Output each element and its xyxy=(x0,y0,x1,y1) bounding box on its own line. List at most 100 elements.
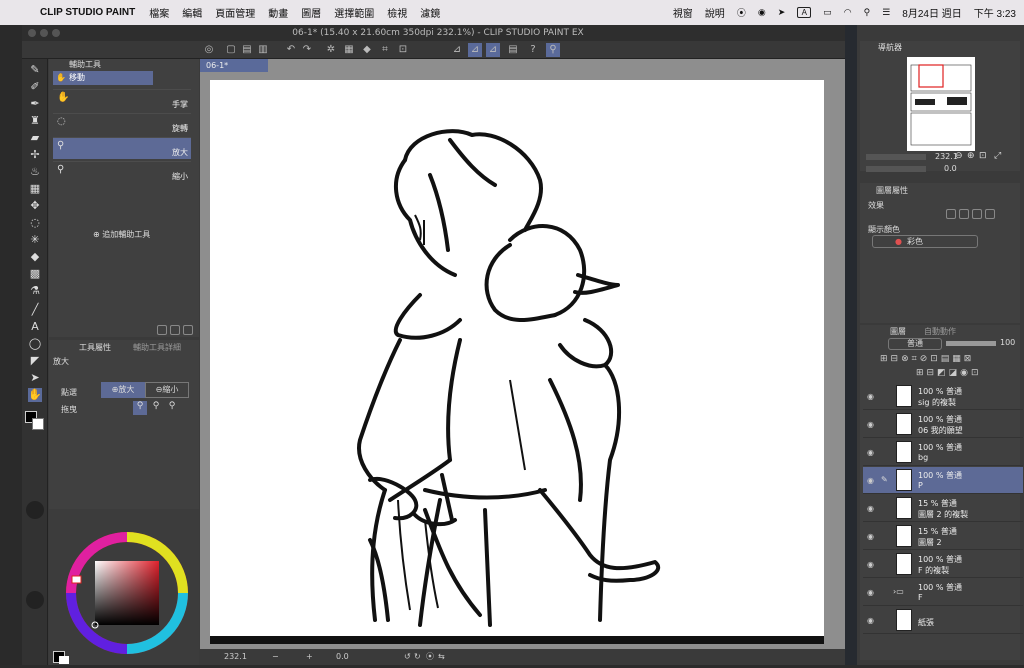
transform-icon[interactable]: ⌗ xyxy=(378,43,392,57)
menu-edit[interactable]: 編輯 xyxy=(182,5,202,20)
rotate-left-icon[interactable]: ↺ xyxy=(404,649,411,665)
layer-row[interactable]: ◉ 100 % 普通 bg xyxy=(863,439,1023,466)
layer-row[interactable]: ◉ 100 % 普通 06 我的願望 xyxy=(863,411,1023,438)
navigator-preview[interactable] xyxy=(907,57,975,151)
status-icon-2[interactable]: ◉ xyxy=(758,7,766,18)
blend-mode-select[interactable]: 普通 xyxy=(888,338,942,350)
menu-animation[interactable]: 動畫 xyxy=(268,5,288,20)
layer-row-selected[interactable]: ◉ ✎ 100 % 普通 P xyxy=(863,467,1023,494)
tips-icon[interactable]: ? xyxy=(526,43,540,57)
move-layer-tool-icon[interactable]: ✥ xyxy=(28,199,42,213)
watercolor-edge-icon[interactable] xyxy=(959,209,969,219)
menu-help[interactable]: 說明 xyxy=(705,5,725,20)
menubar-time[interactable]: 下午 3:23 xyxy=(974,5,1016,20)
object-tool-icon[interactable]: ➤ xyxy=(28,371,42,385)
line-tool-icon[interactable]: ╱ xyxy=(28,303,42,317)
apple-icon[interactable] xyxy=(14,6,28,20)
status-angle[interactable]: 0.0 xyxy=(336,649,349,665)
drag-zoom-icon[interactable]: ⚲ xyxy=(133,401,147,415)
control-center-icon[interactable]: ☰ xyxy=(882,7,890,18)
pen-tool-icon[interactable]: ✎ xyxy=(28,63,42,77)
reset-rotation-icon[interactable]: ⦿ xyxy=(426,649,434,665)
battery-icon[interactable]: ▭ xyxy=(823,7,832,18)
auto-action-tab[interactable]: 自動動作 xyxy=(924,327,956,337)
navigator-zoom-in-icon[interactable]: ⊕ xyxy=(967,151,975,161)
eye-icon[interactable]: ◉ xyxy=(867,392,874,401)
navigator-rotate-slider[interactable] xyxy=(866,166,926,172)
eye-icon[interactable]: ◉ xyxy=(867,560,874,569)
navigator-zoom-out-icon[interactable]: ⊖ xyxy=(955,151,963,161)
brush-tool-icon[interactable]: ✒ xyxy=(28,97,42,111)
duplicate-icon[interactable] xyxy=(170,325,180,335)
menubar-date[interactable]: 8月24日 週日 xyxy=(902,5,961,20)
eye-icon[interactable]: ◉ xyxy=(867,616,874,625)
layer-row[interactable]: ◉ 100 % 普通 sig 的複製 xyxy=(863,383,1023,410)
snap-special-ruler-icon[interactable]: ⊿ xyxy=(468,43,482,57)
eye-icon[interactable]: ◉ xyxy=(867,476,874,485)
navigator-tab[interactable]: 導航器 xyxy=(878,43,902,53)
ruler-snap-icon[interactable]: ⊿ xyxy=(450,43,464,57)
subtool-item-hand[interactable]: ✋ 手掌 xyxy=(53,89,191,111)
layer-tab[interactable]: 圖層 xyxy=(890,327,906,337)
airbrush-tool-icon[interactable]: ♜ xyxy=(28,114,42,128)
subtool-group[interactable]: ✋ 移動 xyxy=(53,71,153,85)
zoom-in-toggle[interactable]: ⊕放大 xyxy=(101,382,145,398)
eraser-tool-icon[interactable]: ▰ xyxy=(28,131,42,145)
display-color-select[interactable]: ● 彩色 xyxy=(872,235,978,248)
blend-tool-icon[interactable]: ♨ xyxy=(28,165,42,179)
wifi-icon[interactable]: ◠ xyxy=(844,7,852,18)
balloon-tool-icon[interactable]: ◯ xyxy=(28,337,42,351)
opacity-value[interactable]: 100 xyxy=(1000,338,1015,347)
navigator-fit-icon[interactable]: ⤢ xyxy=(994,151,1001,161)
minimize-button[interactable] xyxy=(40,29,48,37)
menu-selection[interactable]: 選擇範圍 xyxy=(334,5,374,20)
opacity-slider[interactable] xyxy=(946,341,996,346)
pencil-tool-icon[interactable]: ✐ xyxy=(28,80,42,94)
eye-icon[interactable]: ◉ xyxy=(867,504,874,513)
layer-icon[interactable]: ▤ xyxy=(506,43,520,57)
color-wheel[interactable] xyxy=(49,509,199,665)
layer-row[interactable]: ◉ 15 % 普通 圖層 2 的複製 xyxy=(863,495,1023,522)
canvas-paper[interactable] xyxy=(210,80,824,644)
sub-color-swatch[interactable] xyxy=(32,418,44,430)
menu-view[interactable]: 檢視 xyxy=(387,5,407,20)
navigator-zoom-slider[interactable] xyxy=(866,154,926,160)
subtool-item-zoom-in[interactable]: ⚲ 放大 xyxy=(53,137,191,159)
eye-icon[interactable]: ◉ xyxy=(867,588,874,597)
layer-folder-row[interactable]: ◉ ›▭ 100 % 普通 F xyxy=(863,579,1023,606)
subtool-detail-tab[interactable]: 輔助工具詳細 xyxy=(133,343,181,353)
frame-tool-icon[interactable]: ▦ xyxy=(28,182,42,196)
zoom-in-icon[interactable]: + xyxy=(306,649,313,665)
status-icon-3[interactable]: ➤ xyxy=(778,7,786,18)
eye-icon[interactable]: ◉ xyxy=(867,448,874,457)
clear-outside-icon[interactable]: ▦ xyxy=(342,43,356,57)
text-tool-icon[interactable]: A xyxy=(28,320,42,334)
navigator-actual-size-icon[interactable]: ⊡ xyxy=(979,151,987,161)
brush-size-indicator[interactable] xyxy=(26,501,44,519)
tool-property-tab[interactable]: 工具屬性 xyxy=(79,343,111,353)
close-button[interactable] xyxy=(28,29,36,37)
search-icon[interactable]: ⚲ xyxy=(546,43,560,57)
status-icon-1[interactable]: ⦿ xyxy=(737,6,746,19)
eye-icon[interactable]: ◉ xyxy=(867,420,874,429)
menu-layer[interactable]: 圖層 xyxy=(301,5,321,20)
clip-studio-icon[interactable]: ◎ xyxy=(202,43,216,57)
layer-color-icon[interactable] xyxy=(985,209,995,219)
menu-page[interactable]: 頁面管理 xyxy=(215,5,255,20)
lasso-tool-icon[interactable]: ◌ xyxy=(28,216,42,230)
layer-row[interactable]: ◉ 15 % 普通 圖層 2 xyxy=(863,523,1023,550)
redo-icon[interactable]: ↷ xyxy=(300,43,314,57)
deselect-icon[interactable]: ⊡ xyxy=(396,43,410,57)
create-copy-icon[interactable] xyxy=(157,325,167,335)
menu-window[interactable]: 視窗 xyxy=(673,5,693,20)
subtool-item-zoom-out[interactable]: ⚲ 縮小 xyxy=(53,161,191,183)
layer-row[interactable]: ◉ 100 % 普通 F 的複製 xyxy=(863,551,1023,578)
zoom-button[interactable] xyxy=(52,29,60,37)
save-icon[interactable]: ▥ xyxy=(256,43,270,57)
auto-select-tool-icon[interactable]: ✳ xyxy=(28,233,42,247)
menu-filter[interactable]: 濾鏡 xyxy=(420,5,440,20)
open-file-icon[interactable]: ▤ xyxy=(240,43,254,57)
hand-tool-icon[interactable]: ✋ xyxy=(28,388,42,402)
color-sub-swatch[interactable] xyxy=(59,656,69,664)
drag-zoom-continuous-icon[interactable]: ⚲ xyxy=(165,401,179,415)
